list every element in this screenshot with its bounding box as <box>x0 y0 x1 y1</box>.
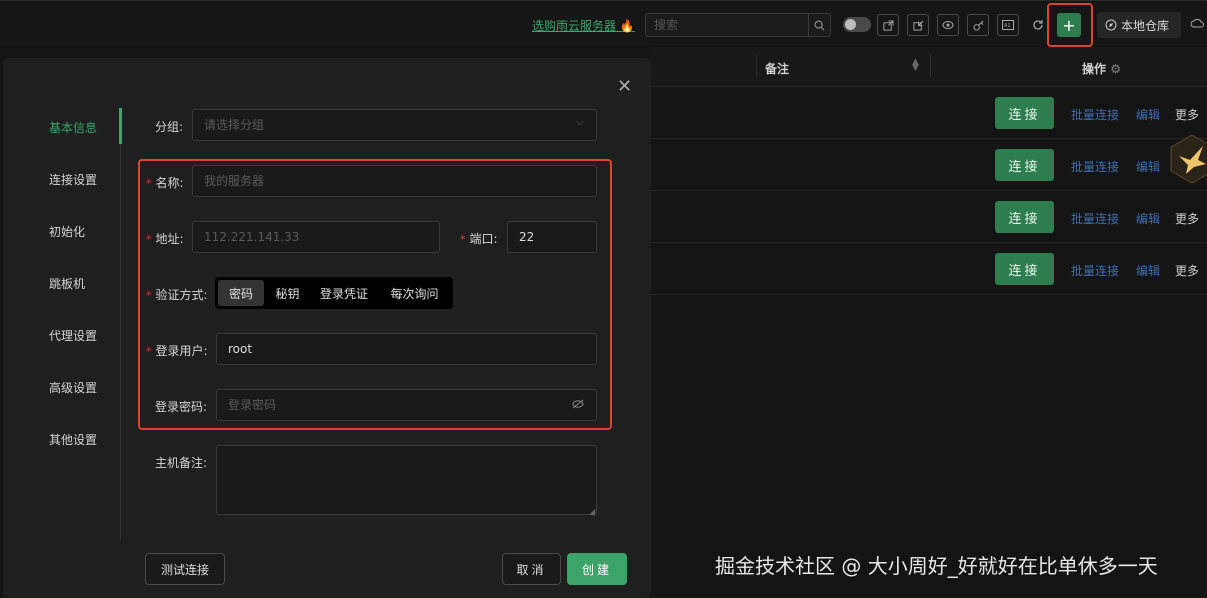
sidebar-item-proxy[interactable]: 代理设置 <box>49 327 97 344</box>
search-icon[interactable] <box>808 14 830 36</box>
batch-connect-link[interactable]: 批量连接 <box>1071 210 1119 227</box>
local-repo-label: 本地仓库 <box>1121 18 1170 33</box>
auth-label: * 验证方式: <box>146 288 208 302</box>
gear-icon[interactable]: ⚙ <box>1110 62 1121 76</box>
note-textarea[interactable] <box>216 445 597 515</box>
connect-button[interactable]: 连接 <box>995 97 1054 129</box>
address-label: * 地址: <box>146 232 184 246</box>
column-divider <box>756 55 757 77</box>
edit-link[interactable]: 编辑 <box>1136 158 1160 175</box>
required-mark: * <box>460 233 466 246</box>
key-icon[interactable] <box>967 14 989 36</box>
svg-text:A1: A1 <box>1004 23 1011 29</box>
required-mark: * <box>146 289 152 302</box>
more-link[interactable]: 更多 <box>1175 210 1199 227</box>
port-input[interactable] <box>507 221 597 253</box>
sidebar-item-init[interactable]: 初始化 <box>49 223 85 240</box>
required-mark: * <box>146 233 152 246</box>
add-host-button[interactable]: + <box>1057 13 1081 37</box>
watermark: 掘金技术社区 @ 大小周好_好就好在比单休多一天 <box>715 554 1158 578</box>
auth-option-ask[interactable]: 每次询问 <box>379 280 450 306</box>
auth-option-credential[interactable]: 登录凭证 <box>311 280 377 306</box>
theme-toggle[interactable] <box>843 17 871 32</box>
address-input[interactable] <box>192 221 440 253</box>
auth-option-password[interactable]: 密码 <box>218 280 264 306</box>
user-label: * 登录用户: <box>146 344 208 358</box>
sidebar-item-advanced[interactable]: 高级设置 <box>49 379 97 396</box>
batch-connect-link[interactable]: 批量连接 <box>1071 262 1119 279</box>
terminal-icon[interactable]: A1 <box>997 14 1019 36</box>
import-icon[interactable] <box>877 14 899 36</box>
auth-method-segmented: 密码 秘钥 登录凭证 每次询问 <box>215 277 453 309</box>
batch-connect-link[interactable]: 批量连接 <box>1071 106 1119 123</box>
cancel-button[interactable]: 取消 <box>502 553 561 585</box>
export-icon[interactable] <box>907 14 929 36</box>
note-label: 主机备注: <box>155 456 208 470</box>
sidebar-active-indicator <box>119 108 122 144</box>
username-input[interactable] <box>216 333 597 365</box>
connect-button[interactable]: 连接 <box>995 253 1054 285</box>
create-button[interactable]: 创建 <box>567 553 627 585</box>
port-label: * 端口: <box>460 232 498 246</box>
table-header <box>650 47 1207 87</box>
connect-button[interactable]: 连接 <box>995 149 1054 181</box>
password-label: 登录密码: <box>155 400 208 414</box>
edit-link[interactable]: 编辑 <box>1136 262 1160 279</box>
table-row <box>650 87 1207 139</box>
table-row <box>650 243 1207 295</box>
local-repo-button[interactable]: 本地仓库 <box>1097 12 1181 38</box>
auth-option-key[interactable]: 秘钥 <box>266 280 309 306</box>
search-box[interactable] <box>645 13 831 37</box>
sidebar-item-basic[interactable]: 基本信息 <box>49 119 97 136</box>
sidebar-item-jump-host[interactable]: 跳板机 <box>49 275 85 292</box>
bird-logo-icon[interactable] <box>1170 134 1207 184</box>
edit-link[interactable]: 编辑 <box>1136 210 1160 227</box>
sort-icon[interactable]: ▲ ▼ <box>912 58 919 73</box>
close-icon[interactable]: ✕ <box>617 76 632 97</box>
test-connection-button[interactable]: 测试连接 <box>145 553 225 585</box>
fire-icon: 🔥 <box>619 19 635 33</box>
cloud-icon[interactable] <box>1190 17 1204 32</box>
column-header-actions: 操作 ⚙ <box>1082 62 1121 76</box>
column-divider <box>930 55 931 77</box>
plus-icon: + <box>1062 15 1076 35</box>
sidebar-divider <box>120 108 121 540</box>
table-row <box>650 191 1207 243</box>
refresh-icon[interactable] <box>1027 14 1049 36</box>
compass-icon <box>1105 19 1117 31</box>
connect-button[interactable]: 连接 <box>995 201 1054 233</box>
name-label: * 名称: <box>146 176 184 190</box>
eye-hidden-icon[interactable] <box>572 398 584 412</box>
more-link[interactable]: 更多 <box>1175 106 1199 123</box>
edit-link[interactable]: 编辑 <box>1136 106 1160 123</box>
required-mark: * <box>146 345 152 358</box>
chevron-down-icon: ⌵ <box>576 117 584 128</box>
eye-icon[interactable] <box>937 14 959 36</box>
required-mark: * <box>146 177 152 190</box>
name-input[interactable] <box>192 165 597 197</box>
search-input[interactable] <box>646 14 808 36</box>
password-input[interactable] <box>216 389 597 421</box>
batch-connect-link[interactable]: 批量连接 <box>1071 158 1119 175</box>
column-header-note: 备注 <box>765 62 790 76</box>
sidebar-item-other[interactable]: 其他设置 <box>49 431 97 448</box>
more-link[interactable]: 更多 <box>1175 262 1199 279</box>
group-select[interactable] <box>192 109 597 141</box>
table-row <box>650 139 1207 191</box>
group-label: 分组: <box>155 120 184 134</box>
sidebar-item-connection[interactable]: 连接设置 <box>49 171 97 188</box>
promo-link[interactable]: 选购雨云服务器 🔥 <box>532 17 635 34</box>
top-bar: 选购雨云服务器 🔥 A1 + 本地仓库 <box>0 0 1207 46</box>
resize-handle-icon[interactable]: ◢ <box>589 507 595 516</box>
